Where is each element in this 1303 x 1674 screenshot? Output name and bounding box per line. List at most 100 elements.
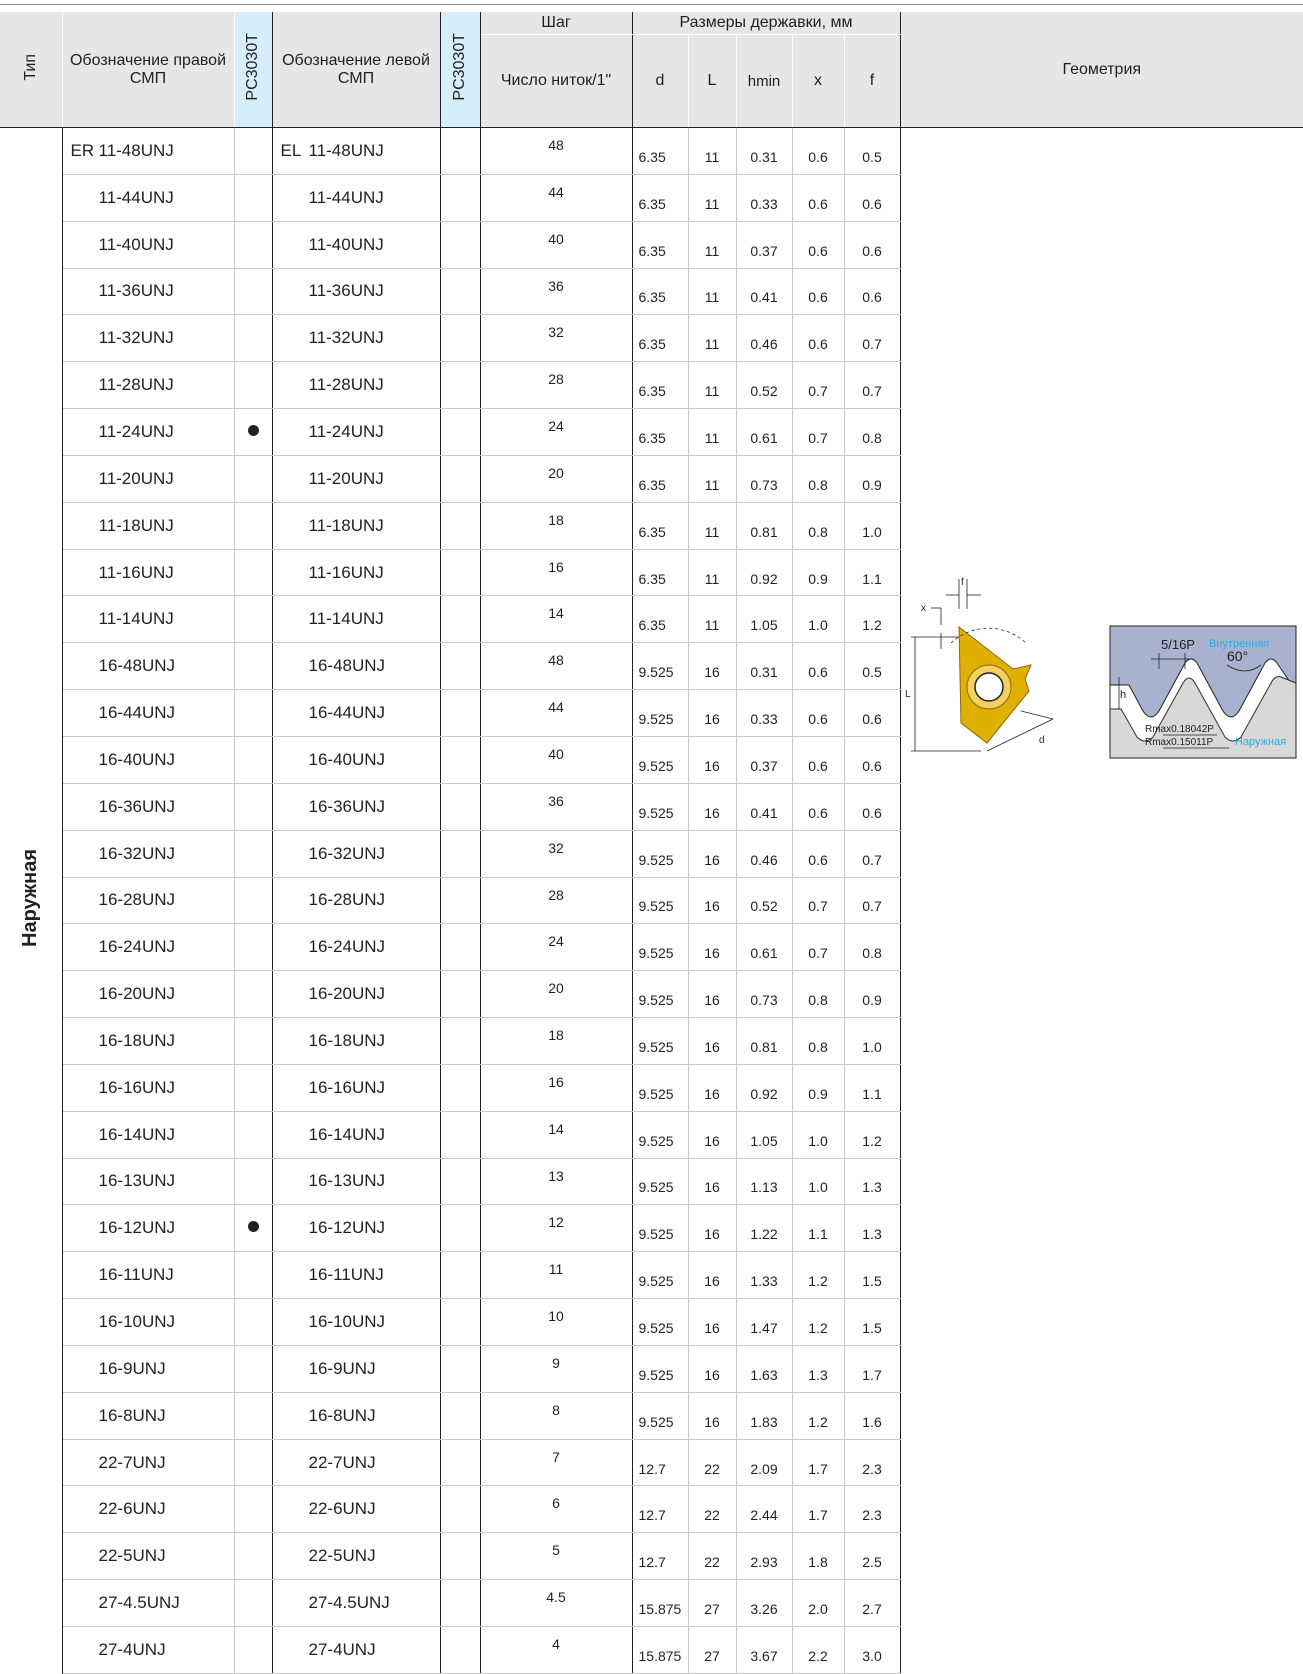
grade-left-availability xyxy=(439,595,481,644)
dim-hmin-cell: 0.31 xyxy=(736,642,793,691)
dim-f-cell: 1.2 xyxy=(844,595,901,644)
grade-right-availability xyxy=(233,689,273,737)
dim-f-cell: 1.5 xyxy=(844,1298,901,1346)
right-designation: 11-20UNJ xyxy=(62,455,235,503)
dim-x-cell: 0.6 xyxy=(792,736,845,784)
dim-d-cell: 6.35 xyxy=(632,221,689,269)
left-designation: 11-28UNJ xyxy=(272,361,440,410)
dim-f-cell: 0.5 xyxy=(844,127,901,175)
dim-x-cell: 1.7 xyxy=(792,1439,845,1487)
dim-f-cell: 1.3 xyxy=(844,1204,901,1253)
dim-d-cell: 9.525 xyxy=(632,970,689,1019)
header-left-designation: Обозначение левой СМП xyxy=(272,12,440,128)
dim-L-cell: 16 xyxy=(688,970,737,1019)
pitch-cell: 44 xyxy=(480,174,633,222)
right-designation: 11-18UNJ xyxy=(62,502,235,550)
dim-hmin-cell: 1.13 xyxy=(736,1158,793,1206)
dim-L-cell: 16 xyxy=(688,1345,737,1393)
dim-f-cell: 0.6 xyxy=(844,268,901,316)
grade-right-availability xyxy=(233,221,273,269)
right-designation: 22-7UNJ xyxy=(62,1439,235,1487)
dim-f-cell: 0.7 xyxy=(844,877,901,925)
dim-f-cell: 0.7 xyxy=(844,314,901,363)
dim-f-cell: 0.8 xyxy=(844,923,901,972)
dim-L-cell: 16 xyxy=(688,1204,737,1253)
dim-d-cell: 6.35 xyxy=(632,361,689,410)
dim-L-cell: 11 xyxy=(688,127,737,175)
dim-x-cell: 0.6 xyxy=(792,127,845,175)
grade-left-availability xyxy=(439,1064,481,1112)
dim-f-cell: 0.6 xyxy=(844,174,901,222)
pitch-cell: 36 xyxy=(480,268,633,316)
dim-f-cell: 2.5 xyxy=(844,1532,901,1581)
dim-hmin-cell: 2.44 xyxy=(736,1485,793,1534)
header-grade-left: PC3030T xyxy=(439,12,481,128)
dim-L-cell: 11 xyxy=(688,174,737,222)
pitch-cell: 4.5 xyxy=(480,1579,633,1627)
dim-d-cell: 15.875 xyxy=(632,1579,689,1627)
grade-right-availability xyxy=(233,502,273,550)
right-designation: 16-20UNJ xyxy=(62,970,235,1019)
dim-hmin-cell: 0.92 xyxy=(736,549,793,597)
pitch-cell: 24 xyxy=(480,408,633,456)
dim-L-cell: 27 xyxy=(688,1626,737,1674)
pitch-cell: 36 xyxy=(480,783,633,831)
header-hmin: hmin xyxy=(736,34,793,128)
right-designation: 16-9UNJ xyxy=(62,1345,235,1393)
dim-L-cell: 11 xyxy=(688,455,737,503)
right-designation: 11-14UNJ xyxy=(62,595,235,644)
header-L: L xyxy=(688,34,737,128)
dim-f-label: f xyxy=(961,577,964,588)
dim-x-cell: 2.2 xyxy=(792,1626,845,1674)
right-designation: 11-40UNJ xyxy=(62,221,235,269)
dim-x-cell: 0.8 xyxy=(792,970,845,1019)
table-body: Наружная ER 11-48UNJ EL 11-48UNJ 48 6.35 11 0.31… xyxy=(0,127,1303,1674)
left-designation: 16-12UNJ xyxy=(272,1204,440,1253)
grade-right-availability xyxy=(233,314,273,363)
grade-right-availability xyxy=(233,970,273,1019)
geometry-figure: f x L d 5/16P Внутренняя 60° h Rmax0.180… xyxy=(901,573,1303,773)
dim-x-cell: 0.6 xyxy=(792,221,845,269)
grade-left-availability xyxy=(439,1298,481,1346)
right-designation: 16-44UNJ xyxy=(62,689,235,737)
dim-x-cell: 0.8 xyxy=(792,1017,845,1065)
dim-L-cell: 16 xyxy=(688,736,737,784)
left-designation: 16-18UNJ xyxy=(272,1017,440,1065)
grade-left-availability xyxy=(439,455,481,503)
dim-hmin-cell: 0.31 xyxy=(736,127,793,175)
profile-height-label: h xyxy=(1120,689,1126,701)
dim-x-cell: 0.6 xyxy=(792,783,845,831)
grade-right-availability xyxy=(233,1158,273,1206)
pitch-cell: 32 xyxy=(480,830,633,878)
dim-d-cell: 9.525 xyxy=(632,1158,689,1206)
right-designation: 16-40UNJ xyxy=(62,736,235,784)
dim-x-cell: 1.2 xyxy=(792,1298,845,1346)
left-designation: 16-10UNJ xyxy=(272,1298,440,1346)
grade-left-availability xyxy=(439,549,481,597)
dim-d-cell: 6.35 xyxy=(632,127,689,175)
right-designation: ER 11-48UNJ xyxy=(62,127,235,175)
grade-right-availability xyxy=(233,642,273,691)
dim-L-cell: 11 xyxy=(688,314,737,363)
left-designation: 16-16UNJ xyxy=(272,1064,440,1112)
dim-d-cell: 9.525 xyxy=(632,830,689,878)
pitch-cell: 8 xyxy=(480,1392,633,1440)
grade-left-availability xyxy=(439,877,481,925)
dim-f-cell: 0.8 xyxy=(844,408,901,456)
dim-f-cell: 1.0 xyxy=(844,1017,901,1065)
grade-right-availability xyxy=(233,1485,273,1534)
dim-L-cell: 16 xyxy=(688,1017,737,1065)
left-designation: 16-14UNJ xyxy=(272,1111,440,1159)
right-designation: 22-6UNJ xyxy=(62,1485,235,1534)
dim-x-cell: 0.7 xyxy=(792,877,845,925)
dim-L-cell: 16 xyxy=(688,877,737,925)
right-designation: 16-48UNJ xyxy=(62,642,235,691)
dim-d-cell: 9.525 xyxy=(632,1204,689,1253)
grade-right-availability xyxy=(233,1064,273,1112)
right-designation: 11-16UNJ xyxy=(62,549,235,597)
availability-dot-icon xyxy=(247,1221,259,1233)
grade-left-availability xyxy=(439,1439,481,1487)
grade-left-availability xyxy=(439,1345,481,1393)
grade-left-availability xyxy=(439,1626,481,1674)
pitch-cell: 28 xyxy=(480,361,633,410)
